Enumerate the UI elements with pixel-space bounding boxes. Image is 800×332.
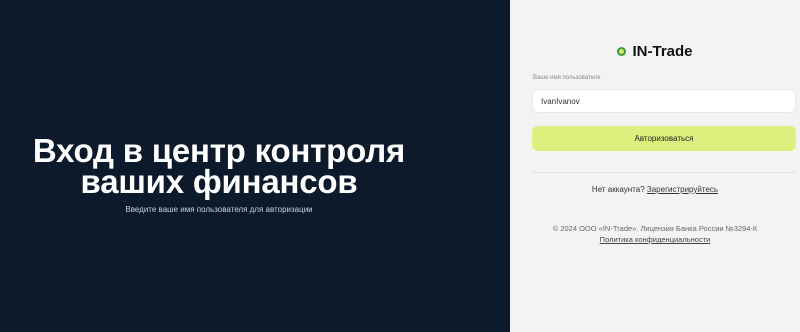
username-label: Ваше имя пользователя [533,75,601,81]
hero-panel: Вход в центр контроля ваших финансов Вве… [0,0,510,332]
privacy-row: Политика конфиденциальности [510,235,800,244]
brand-dot-icon [617,47,627,56]
signup-link[interactable]: Зарегистрируйтесь [647,185,718,194]
login-panel: IN-Trade Ваше имя пользователя Авторизов… [510,0,800,332]
brand-logo: IN-Trade [510,43,800,60]
hero-title: Вход в центр контроля ваших финансов [0,132,438,200]
username-input[interactable] [532,89,796,113]
brand-name: IN-Trade [632,43,693,60]
signup-row: Нет аккаунта? Зарегистрируйтесь [510,185,800,194]
hero-title-line-1: Вход в центр контроля [32,132,406,169]
privacy-link[interactable]: Политика конфиденциальности [600,235,711,244]
login-button[interactable]: Авторизоваться [532,126,796,151]
divider [532,172,796,173]
signup-prompt: Нет аккаунта? [591,185,645,194]
copyright-text: © 2024 ООО «IN-Trade». Лицензия Банка Ро… [552,224,758,233]
hero-title-line-2: ваших финансов [80,163,358,200]
hero-subtitle: Введите ваше имя пользователя для автори… [125,205,313,214]
